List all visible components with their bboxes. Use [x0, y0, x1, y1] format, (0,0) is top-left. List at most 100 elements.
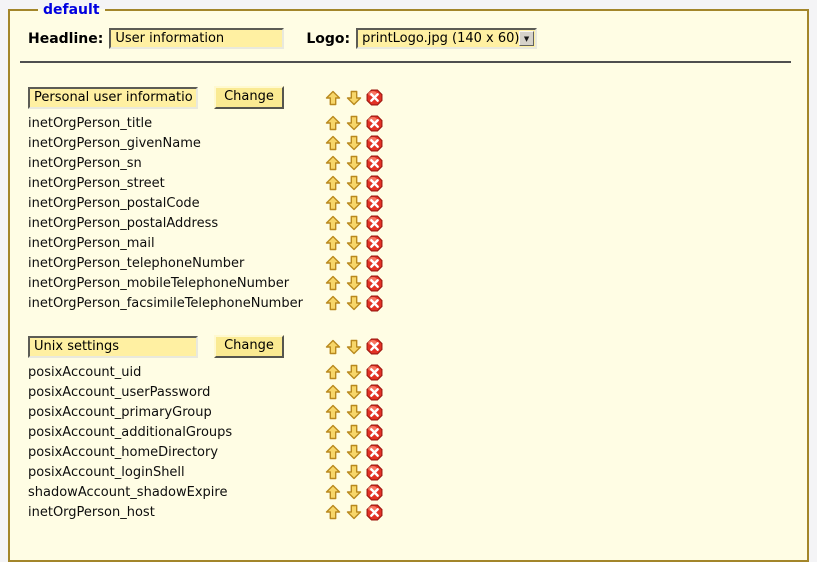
move-down-button[interactable]: [345, 338, 362, 355]
field-row: inetOrgPerson_street: [28, 173, 789, 193]
move-up-button[interactable]: [324, 404, 341, 421]
field-name: inetOrgPerson_title: [28, 116, 324, 131]
field-name: posixAccount_userPassword: [28, 385, 324, 400]
section-title-input[interactable]: [28, 87, 198, 109]
logo-select[interactable]: printLogo.jpg (140 x 60) ▼: [356, 28, 537, 49]
move-down-button[interactable]: [345, 255, 362, 272]
move-up-button[interactable]: [324, 295, 341, 312]
delete-button[interactable]: [366, 215, 383, 232]
change-button[interactable]: Change: [214, 86, 284, 109]
move-down-button[interactable]: [345, 484, 362, 501]
down-arrow-icon: [346, 295, 362, 311]
delete-button[interactable]: [366, 364, 383, 381]
section: Change: [28, 86, 789, 313]
field-row: inetOrgPerson_givenName: [28, 133, 789, 153]
down-arrow-icon: [346, 255, 362, 271]
move-up-button[interactable]: [324, 364, 341, 381]
delete-button[interactable]: [366, 444, 383, 461]
delete-button[interactable]: [366, 484, 383, 501]
delete-icon: [366, 115, 383, 132]
up-arrow-icon: [325, 484, 341, 500]
delete-button[interactable]: [366, 384, 383, 401]
delete-button[interactable]: [366, 235, 383, 252]
delete-button[interactable]: [366, 135, 383, 152]
delete-button[interactable]: [366, 404, 383, 421]
icon-group: [324, 504, 383, 521]
move-up-button[interactable]: [324, 215, 341, 232]
logo-select-value: printLogo.jpg (140 x 60): [362, 31, 519, 46]
move-down-button[interactable]: [345, 195, 362, 212]
up-arrow-icon: [325, 404, 341, 420]
change-button[interactable]: Change: [214, 335, 284, 358]
fieldset-legend: default: [38, 2, 105, 18]
down-arrow-icon: [346, 364, 362, 380]
delete-button[interactable]: [366, 504, 383, 521]
field-row: inetOrgPerson_postalAddress: [28, 213, 789, 233]
move-down-button[interactable]: [345, 464, 362, 481]
section-title-input[interactable]: [28, 336, 198, 358]
field-name: inetOrgPerson_mail: [28, 236, 324, 251]
move-up-button[interactable]: [324, 155, 341, 172]
section: Change: [28, 335, 789, 522]
down-arrow-icon: [346, 339, 362, 355]
up-arrow-icon: [325, 155, 341, 171]
delete-button[interactable]: [366, 275, 383, 292]
move-down-button[interactable]: [345, 364, 362, 381]
move-up-button[interactable]: [324, 424, 341, 441]
delete-button[interactable]: [366, 175, 383, 192]
delete-button[interactable]: [366, 155, 383, 172]
move-up-button[interactable]: [324, 135, 341, 152]
up-arrow-icon: [325, 364, 341, 380]
move-up-button[interactable]: [324, 175, 341, 192]
up-arrow-icon: [325, 275, 341, 291]
pdf-structure-fieldset: default Headline: Logo: printLogo.jpg (1…: [8, 2, 809, 562]
move-up-button[interactable]: [324, 384, 341, 401]
headline-input[interactable]: [109, 28, 284, 49]
move-up-button[interactable]: [324, 275, 341, 292]
delete-button[interactable]: [366, 195, 383, 212]
move-up-button[interactable]: [324, 235, 341, 252]
down-arrow-icon: [346, 155, 362, 171]
move-down-button[interactable]: [345, 135, 362, 152]
move-down-button[interactable]: [345, 444, 362, 461]
move-up-button[interactable]: [324, 195, 341, 212]
move-down-button[interactable]: [345, 295, 362, 312]
move-down-button[interactable]: [345, 404, 362, 421]
delete-button[interactable]: [366, 464, 383, 481]
up-arrow-icon: [325, 215, 341, 231]
field-name: shadowAccount_shadowExpire: [28, 485, 324, 500]
delete-icon: [366, 215, 383, 232]
move-down-button[interactable]: [345, 115, 362, 132]
delete-button[interactable]: [366, 89, 383, 106]
move-up-button[interactable]: [324, 338, 341, 355]
move-up-button[interactable]: [324, 255, 341, 272]
move-up-button[interactable]: [324, 115, 341, 132]
delete-button[interactable]: [366, 424, 383, 441]
move-up-button[interactable]: [324, 444, 341, 461]
move-up-button[interactable]: [324, 89, 341, 106]
up-arrow-icon: [325, 195, 341, 211]
move-down-button[interactable]: [345, 504, 362, 521]
delete-button[interactable]: [366, 295, 383, 312]
delete-button[interactable]: [366, 338, 383, 355]
delete-button[interactable]: [366, 115, 383, 132]
move-down-button[interactable]: [345, 424, 362, 441]
delete-button[interactable]: [366, 255, 383, 272]
section-rows: inetOrgPerson_title inetOrgP: [28, 113, 789, 313]
up-arrow-icon: [325, 235, 341, 251]
move-down-button[interactable]: [345, 384, 362, 401]
move-down-button[interactable]: [345, 275, 362, 292]
move-down-button[interactable]: [345, 89, 362, 106]
field-name: inetOrgPerson_mobileTelephoneNumber: [28, 276, 324, 291]
move-up-button[interactable]: [324, 464, 341, 481]
move-up-button[interactable]: [324, 504, 341, 521]
icon-group: [324, 464, 383, 481]
move-up-button[interactable]: [324, 484, 341, 501]
move-down-button[interactable]: [345, 235, 362, 252]
move-down-button[interactable]: [345, 175, 362, 192]
move-down-button[interactable]: [345, 215, 362, 232]
delete-icon: [366, 89, 383, 106]
chevron-down-icon[interactable]: ▼: [519, 31, 534, 46]
icon-group: [324, 89, 383, 106]
move-down-button[interactable]: [345, 155, 362, 172]
